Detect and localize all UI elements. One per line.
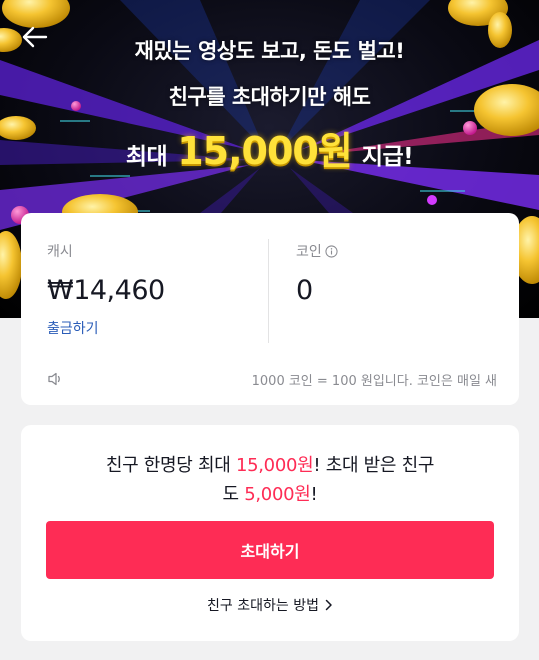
invite-amount-1: 15,000원	[235, 455, 314, 476]
invite-text-part-4: !	[310, 484, 318, 505]
hero-pay-label: 지급!	[361, 144, 414, 170]
coin-notice: 1000 코인 = 100 원입니다. 코인은 매일 새	[47, 369, 497, 389]
invite-button[interactable]: 초대하기	[46, 521, 494, 579]
coin-value: 0	[296, 275, 313, 306]
invite-howto-link[interactable]: 친구 초대하는 방법	[21, 595, 519, 615]
cash-section: 캐시 ₩14,460 출금하기	[47, 241, 165, 338]
coin-section: 코인 0	[296, 241, 338, 306]
hero-line-3: 최대 15,000원 지급!	[0, 120, 539, 175]
hero-line-1: 재밌는 영상도 보고, 돈도 벌고!	[134, 39, 405, 63]
coin-label: 코인	[296, 244, 322, 260]
invite-text-part-3: 도	[222, 484, 245, 505]
invite-description: 친구 한명당 최대 15,000원! 초대 받은 친구 도 5,000원!	[21, 451, 519, 509]
hero-headline: 재밌는 영상도 보고, 돈도 벌고! 친구를 초대하기만 해도 최대 15,00…	[0, 36, 539, 175]
notice-text: 1000 코인 = 100 원입니다. 코인은 매일 새	[251, 373, 497, 389]
invite-amount-2: 5,000원	[244, 484, 311, 505]
balance-divider	[268, 239, 269, 343]
cash-label: 캐시	[47, 244, 73, 260]
back-arrow-icon	[22, 26, 48, 48]
invite-card: 친구 한명당 최대 15,000원! 초대 받은 친구 도 5,000원! 초대…	[21, 425, 519, 641]
back-button[interactable]	[18, 20, 52, 54]
howto-label: 친구 초대하는 방법	[207, 598, 319, 614]
balance-card: 캐시 ₩14,460 출금하기 코인 0 1000 코인 = 100 원입니다.…	[21, 213, 519, 405]
chevron-right-icon	[325, 599, 332, 611]
coin-label-row: 코인	[296, 241, 338, 261]
invite-text-part-2: ! 초대 받은 친구	[313, 455, 435, 476]
withdraw-link[interactable]: 출금하기	[47, 318, 99, 338]
hero-line-2: 친구를 초대하기만 해도	[168, 85, 371, 109]
info-icon[interactable]	[325, 244, 338, 258]
speaker-icon	[48, 372, 60, 386]
invite-text-part-1: 친구 한명당 최대	[105, 455, 236, 476]
hero-reward-amount: 15,000원	[177, 129, 353, 173]
cash-value: ₩14,460	[47, 275, 165, 306]
hero-max-label: 최대	[125, 144, 168, 170]
